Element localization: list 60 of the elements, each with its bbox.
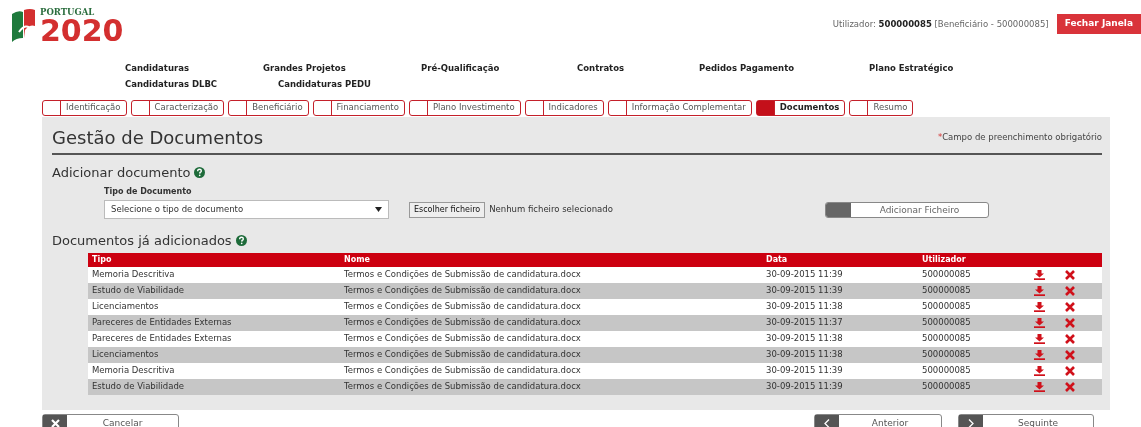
cancel-button[interactable]: Cancelar bbox=[42, 414, 179, 427]
download-icon[interactable] bbox=[1034, 285, 1045, 296]
chevron-left-icon bbox=[824, 418, 830, 427]
dropdown-caret-icon bbox=[375, 207, 382, 213]
step-tab[interactable]: Beneficiário bbox=[228, 100, 309, 116]
download-icon[interactable] bbox=[1034, 365, 1045, 376]
delete-icon[interactable] bbox=[1065, 285, 1075, 296]
menu-link[interactable]: Plano Estratégico bbox=[869, 62, 1141, 78]
chevron-right-icon bbox=[968, 418, 974, 427]
previous-button[interactable]: Anterior bbox=[814, 414, 942, 427]
delete-icon[interactable] bbox=[1065, 333, 1075, 344]
step-tab[interactable]: Indicadores bbox=[524, 100, 604, 116]
logo-number: 2020 bbox=[40, 16, 124, 44]
menu-link[interactable]: Candidaturas bbox=[125, 62, 263, 78]
add-file-button[interactable]: Adicionar Ficheiro bbox=[825, 201, 989, 218]
choose-file-button[interactable]: Escolher ficheiro bbox=[409, 201, 486, 218]
delete-icon[interactable] bbox=[1065, 269, 1075, 280]
help-icon[interactable] bbox=[194, 166, 206, 178]
delete-icon[interactable] bbox=[1065, 349, 1075, 360]
download-icon[interactable] bbox=[1034, 333, 1045, 344]
section-heading: Adicionar documento bbox=[52, 163, 191, 182]
delete-icon[interactable] bbox=[1065, 381, 1075, 392]
file-status: Nenhum ficheiro selecionado bbox=[489, 203, 613, 216]
step-tab[interactable]: Identificação bbox=[42, 100, 127, 116]
step-tab[interactable]: Resumo bbox=[849, 100, 914, 116]
download-icon[interactable] bbox=[1034, 381, 1045, 392]
section-heading: Documentos já adicionados bbox=[52, 232, 232, 251]
user-info: Utilizador: 500000085 [Beneficiário - 500000085] bbox=[832, 18, 1049, 31]
menu-link[interactable]: Grandes Projetos bbox=[263, 62, 421, 78]
required-note: *Campo de preenchimento obrigatório bbox=[937, 131, 1102, 144]
step-tab[interactable]: Informação Complementar bbox=[607, 100, 752, 116]
close-icon bbox=[50, 418, 60, 427]
menu-link[interactable]: Contratos bbox=[577, 62, 699, 78]
delete-icon[interactable] bbox=[1065, 301, 1075, 312]
field-label: Tipo de Documento bbox=[104, 186, 193, 199]
download-icon[interactable] bbox=[1034, 269, 1045, 280]
column-header: Tipo bbox=[88, 252, 340, 267]
delete-icon[interactable] bbox=[1065, 317, 1075, 328]
delete-icon[interactable] bbox=[1065, 365, 1075, 376]
logo-icon bbox=[10, 8, 36, 42]
logo-text: PORTUGAL bbox=[40, 8, 96, 17]
close-window-button[interactable]: Fechar Janela bbox=[1056, 14, 1141, 34]
step-tab[interactable]: Plano Investimento bbox=[408, 100, 521, 116]
step-tab[interactable]: Financiamento bbox=[312, 100, 405, 116]
menu-link[interactable]: Candidaturas DLBC bbox=[125, 78, 278, 94]
help-icon[interactable] bbox=[235, 235, 247, 247]
menu-link[interactable]: Pré-Qualificação bbox=[421, 62, 577, 78]
next-button[interactable]: Seguinte bbox=[958, 414, 1094, 427]
column-header: Nome bbox=[340, 252, 762, 267]
download-icon[interactable] bbox=[1034, 349, 1045, 360]
step-tab[interactable]: Documentos bbox=[755, 100, 846, 116]
menu-link[interactable]: Candidaturas PEDU bbox=[278, 78, 1141, 94]
download-icon[interactable] bbox=[1034, 317, 1045, 328]
column-header: Utilizador bbox=[918, 252, 1020, 267]
step-tab[interactable]: Caracterização bbox=[130, 100, 225, 116]
download-icon[interactable] bbox=[1034, 301, 1045, 312]
menu-link[interactable]: Pedidos Pagamento bbox=[699, 62, 869, 78]
document-type-select[interactable]: Selecione o tipo de documento bbox=[104, 200, 389, 220]
page-title: Gestão de Documentos bbox=[52, 127, 264, 149]
column-header: Data bbox=[762, 252, 918, 267]
